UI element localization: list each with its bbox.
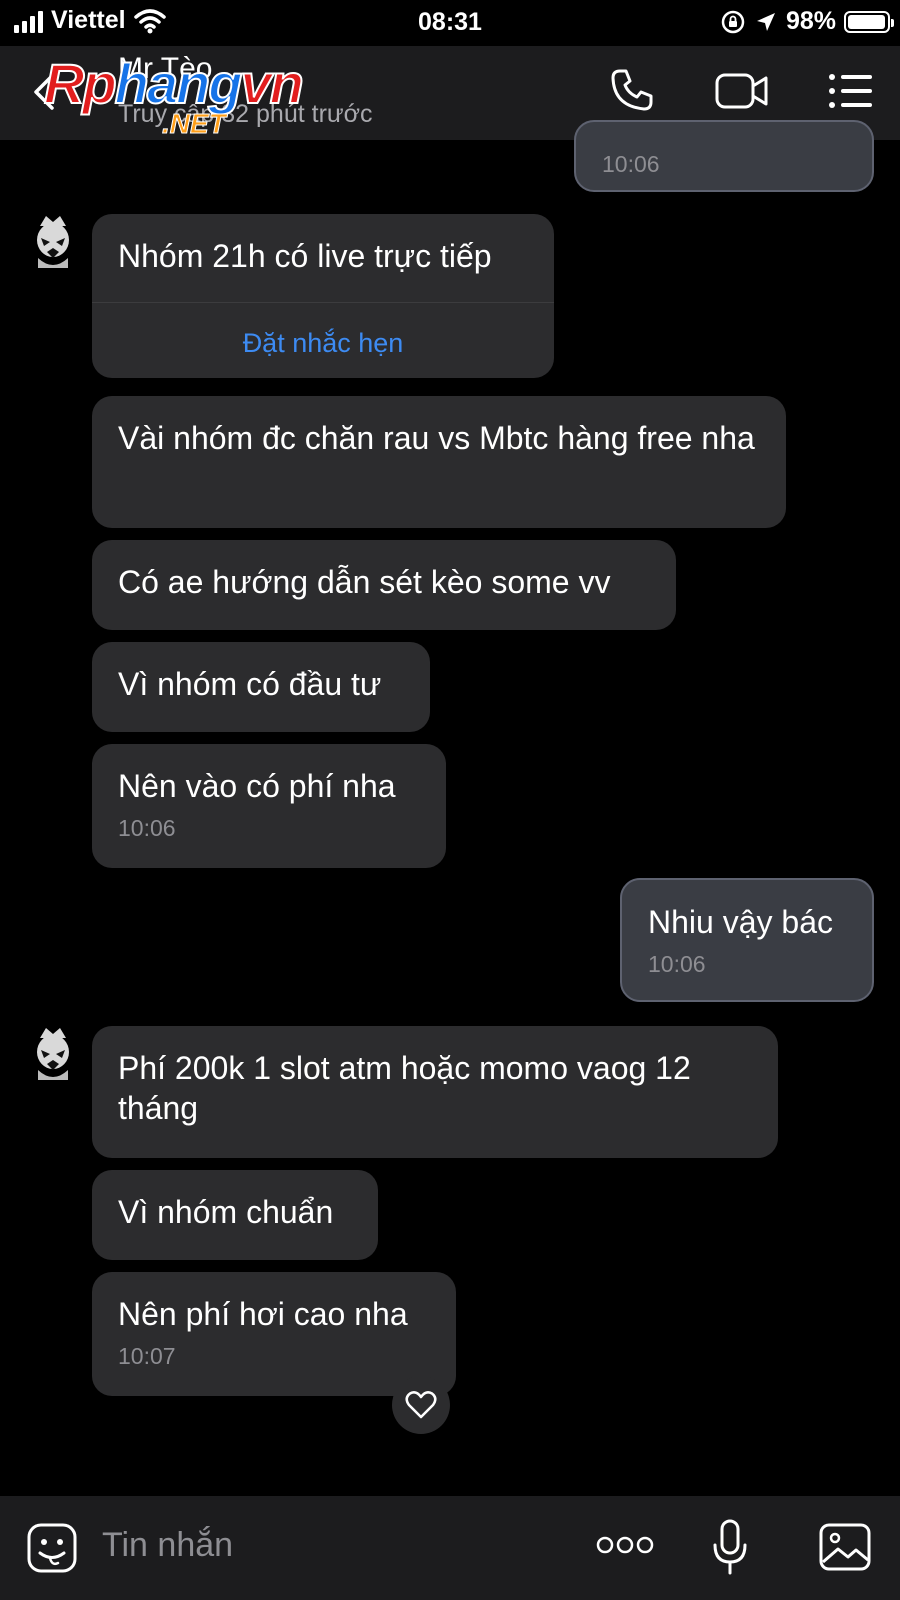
contact-name[interactable]: Mr Tèo [118, 52, 212, 86]
phone-icon[interactable] [608, 66, 656, 114]
battery-percent: 98% [785, 7, 836, 35]
battery-level [848, 14, 886, 29]
message-time: 10:06 [648, 951, 706, 977]
message-time: 10:06 [118, 815, 176, 841]
video-call-icon[interactable] [714, 70, 770, 112]
message-text: Vì nhóm chuẩn [118, 1194, 334, 1230]
message-text: Nhiu vậy bác [648, 904, 833, 940]
composer-bar [0, 1496, 900, 1600]
message-input[interactable] [102, 1526, 562, 1565]
received-message[interactable]: Vài nhóm đc chăn rau vs Mbtc hàng free n… [92, 396, 786, 528]
message-text: Vì nhóm có đầu tư [118, 666, 382, 702]
sticker-icon[interactable] [26, 1522, 78, 1574]
message-text: Nhóm 21h có live trực tiếp [118, 238, 492, 274]
received-message[interactable]: Phí 200k 1 slot atm hoặc momo vaog 12 th… [92, 1026, 778, 1158]
received-message[interactable]: Nên vào có phí nha 10:06 [92, 744, 446, 868]
received-message[interactable]: Vì nhóm có đầu tư [92, 642, 430, 732]
battery-icon [844, 10, 894, 33]
message-time: 10:06 [602, 151, 660, 177]
react-heart-button[interactable] [392, 1376, 450, 1434]
sent-message[interactable]: 10:06 [574, 120, 874, 192]
heart-icon [405, 1391, 437, 1419]
location-icon [756, 12, 775, 31]
image-icon[interactable] [818, 1522, 872, 1572]
message-text: Nên vào có phí nha [118, 768, 396, 804]
contact-avatar[interactable] [32, 214, 74, 270]
received-message[interactable]: Vì nhóm chuẩn [92, 1170, 378, 1260]
received-message[interactable]: Nên phí hơi cao nha 10:07 [92, 1272, 456, 1396]
last-seen-status: Truy cập 32 phút trước [118, 100, 373, 128]
status-bar: Viettel 08:31 98% [0, 0, 900, 46]
sent-message[interactable]: Nhiu vậy bác 10:06 [620, 878, 874, 1002]
set-reminder-link[interactable]: Đặt nhắc hẹn [118, 303, 528, 363]
message-text: Phí 200k 1 slot atm hoặc momo vaog 12 th… [118, 1050, 691, 1126]
message-time: 10:07 [118, 1343, 176, 1369]
more-icon[interactable] [596, 1534, 654, 1556]
contact-avatar[interactable] [32, 1026, 74, 1082]
received-message[interactable]: Nhóm 21h có live trực tiếp Đặt nhắc hẹn [92, 214, 554, 378]
microphone-icon[interactable] [712, 1518, 748, 1576]
back-icon[interactable] [30, 72, 60, 112]
received-message[interactable]: Có ae hướng dẫn sét kèo some vv [92, 540, 676, 630]
message-text: Vài nhóm đc chăn rau vs Mbtc hàng free n… [118, 420, 755, 456]
rotation-lock-icon [721, 10, 745, 33]
menu-icon[interactable] [828, 72, 874, 110]
message-text: Có ae hướng dẫn sét kèo some vv [118, 564, 611, 600]
message-text: Nên phí hơi cao nha [118, 1296, 408, 1332]
